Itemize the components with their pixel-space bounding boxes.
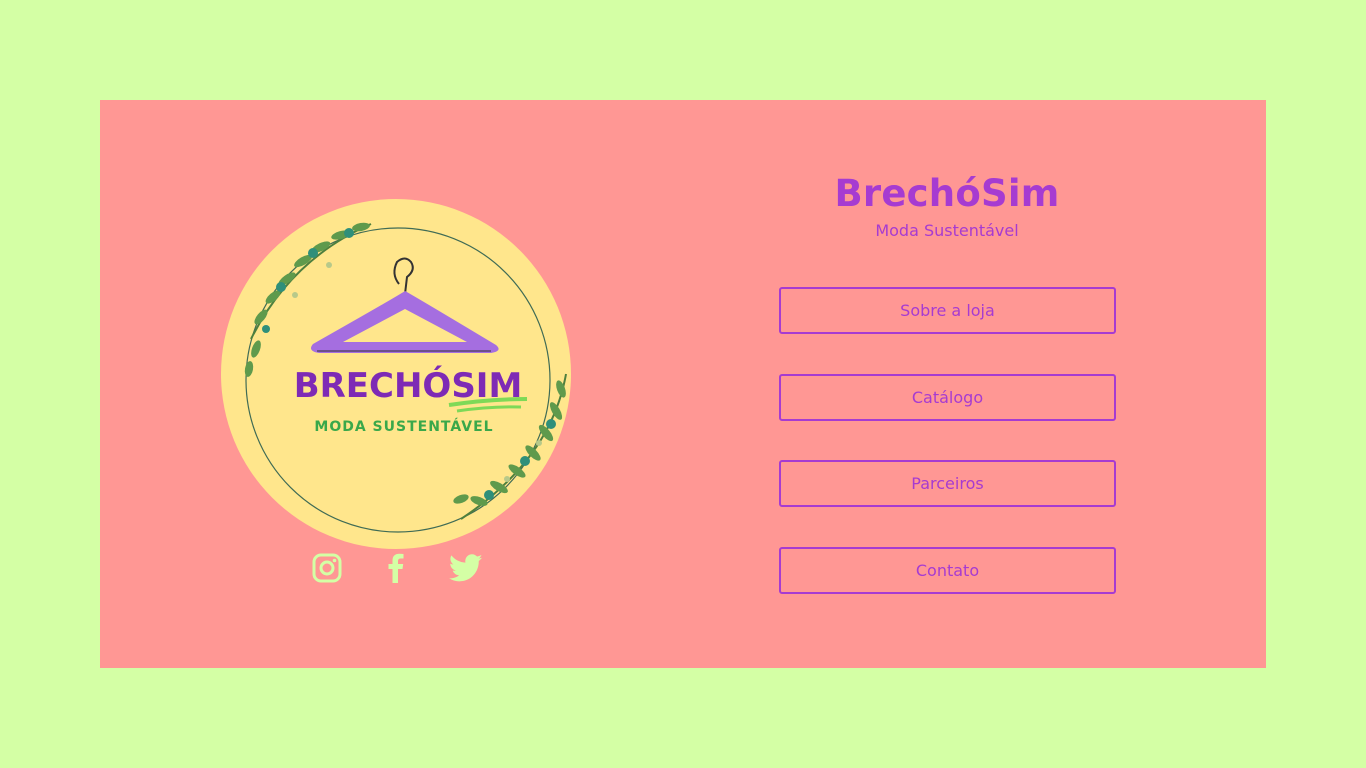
page-subtitle: Moda Sustentável bbox=[875, 221, 1019, 240]
twitter-icon[interactable] bbox=[449, 551, 483, 585]
about-button[interactable]: Sobre a loja bbox=[779, 287, 1116, 334]
brand-logo: BRECHÓSIM MODA SUSTENTÁVEL bbox=[221, 199, 571, 549]
logo-image: BRECHÓSIM MODA SUSTENTÁVEL bbox=[221, 199, 571, 549]
logo-tagline: MODA SUSTENTÁVEL bbox=[314, 418, 493, 435]
social-links bbox=[310, 551, 490, 585]
main-card: BRECHÓSIM MODA SUSTENTÁVEL BrechóSim Mod… bbox=[100, 100, 1266, 668]
page-title: BrechóSim bbox=[834, 172, 1060, 215]
contact-button[interactable]: Contato bbox=[779, 547, 1116, 594]
facebook-icon[interactable] bbox=[379, 551, 413, 585]
instagram-icon[interactable] bbox=[310, 551, 344, 585]
partners-button[interactable]: Parceiros bbox=[779, 460, 1116, 507]
catalog-button[interactable]: Catálogo bbox=[779, 374, 1116, 421]
